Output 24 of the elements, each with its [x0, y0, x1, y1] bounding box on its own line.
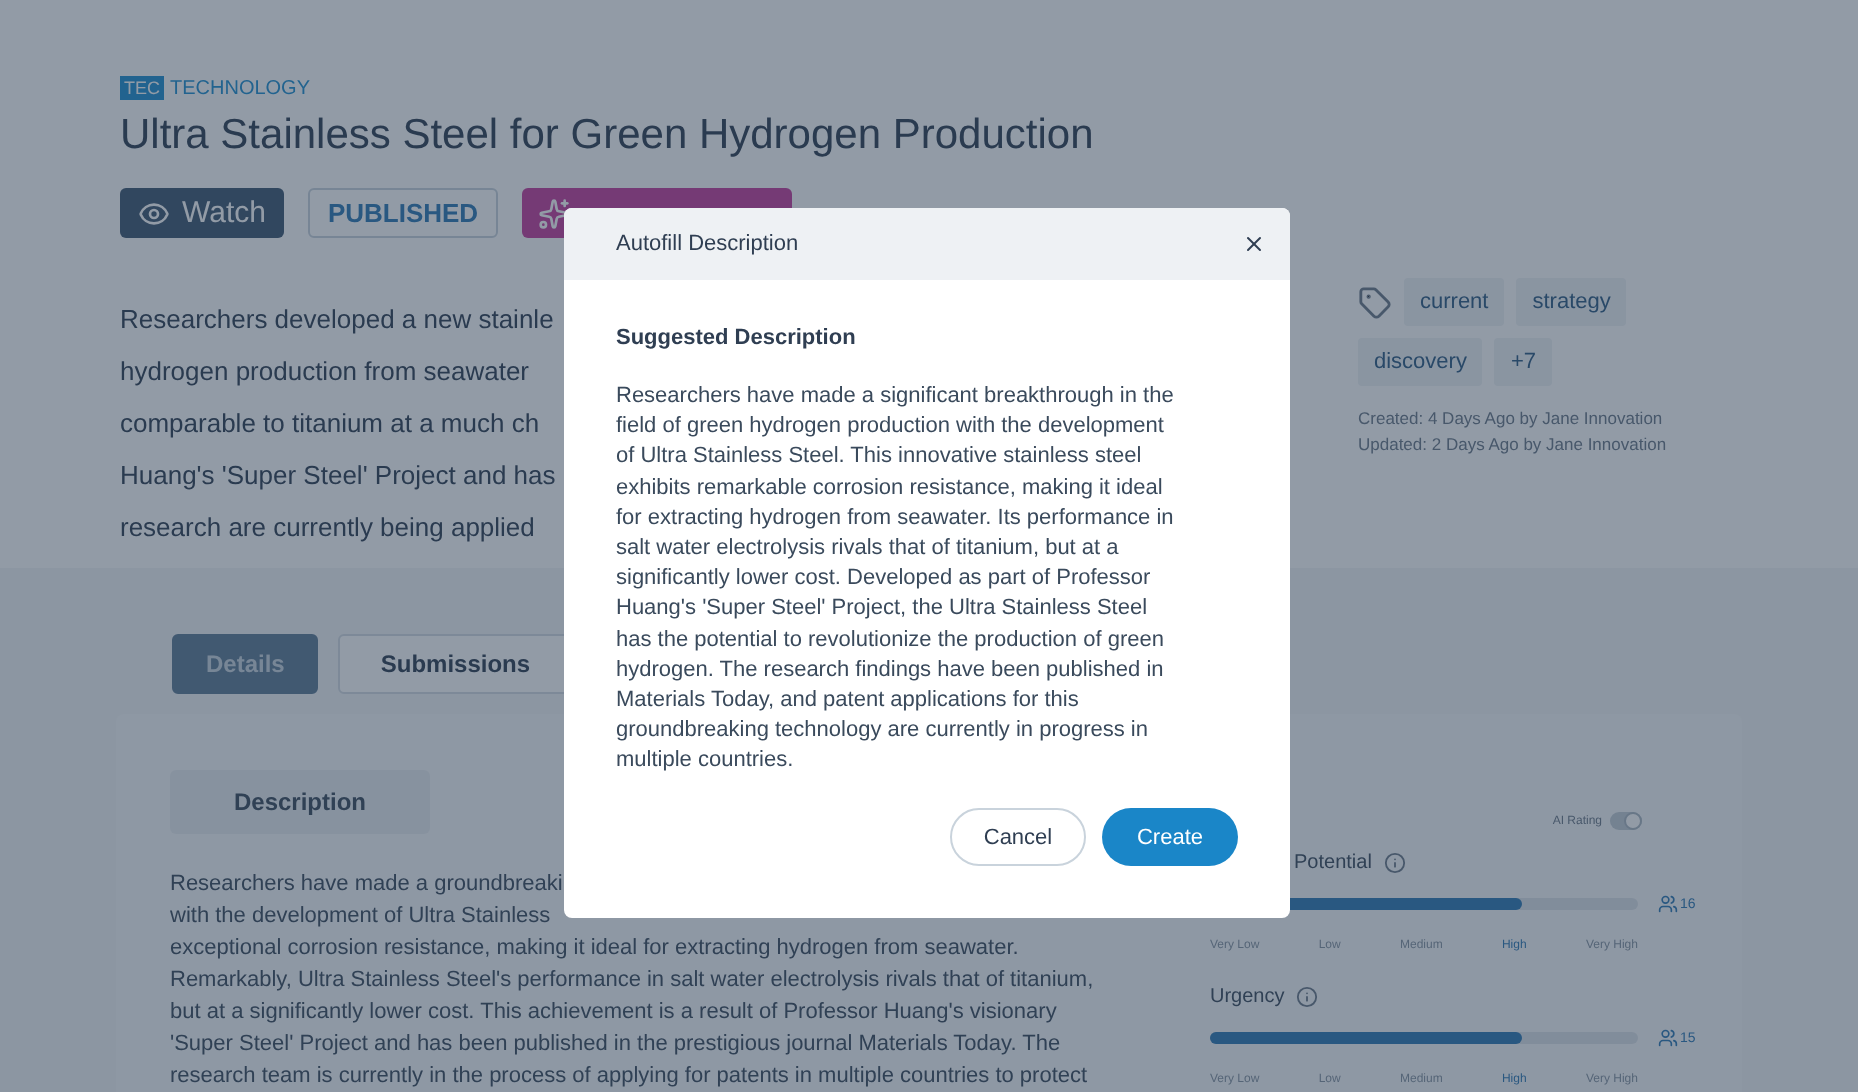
dialog-heading: Suggested Description: [616, 326, 858, 350]
description-text: Remarkably, Ultra Stainless Steel's performance in salt water electrolysis rivals that of titanium,: [170, 966, 1094, 996]
category-label: TECHNOLOGY: [170, 77, 311, 99]
description-text: Researchers have made a groundbreaki: [170, 870, 563, 900]
section-heading: Description: [170, 770, 430, 834]
description-text: research team is currently in the process of applying for patents in multiple countries to protect: [170, 1062, 1088, 1092]
description-text: but at a significantly lower cost. This achievement is a result of Professor Huang's visionary: [170, 998, 1057, 1028]
description-text: exceptional corrosion resistance, making it ideal for extracting hydrogen from seawater.: [170, 934, 1019, 964]
summary-text: comparable to titanium at a much ch: [120, 406, 542, 442]
page-title: Ultra Stainless Steel for Green Hydrogen Production: [120, 112, 1096, 160]
suggested-text: Researchers have made a significant breakthrough in the field of green hydrogen production with the development of Ultra Stainless Steel. This innovative stainless steel exhibits remarkable corrosion resistance, making it ideal for extracting hydrogen from seawater. Its performance in salt water electrolysis rivals that of titanium, but at a significantly lower cost. Developed as part of Professor Huang's 'Super Steel' Project, the Ultra Stainless Steel has the potential to revolutionize the production of green hydrogen. The research findings have been published in Materials Today, and patent applications for this groundbreaking technology are currently in progress in multiple countries.: [616, 382, 1176, 777]
summary-text: Researchers developed a new stainle: [120, 302, 556, 338]
dialog-title: Autofill Description: [616, 232, 799, 256]
description-text: 'Super Steel' Project and has been published in the prestigious journal Materials Today. The: [170, 1030, 1061, 1060]
summary-text: Huang's 'Super Steel' Project and has: [120, 458, 556, 494]
status-label: PUBLISHED: [307, 188, 499, 238]
meta-text: Updated: 2 Days Ago by Jane Innovation: [1358, 434, 1669, 454]
meta-text: Created: 4 Days Ago by Jane Innovation: [1358, 408, 1665, 428]
category-code: TEC: [120, 76, 164, 100]
rating-label: Urgency: [1210, 986, 1285, 1008]
summary-text: research are currently being applied: [120, 510, 537, 546]
rating-label: Potential: [1294, 852, 1372, 874]
summary-text: hydrogen production from seawater: [120, 354, 532, 390]
description-text: with the development of Ultra Stainless: [170, 902, 551, 932]
